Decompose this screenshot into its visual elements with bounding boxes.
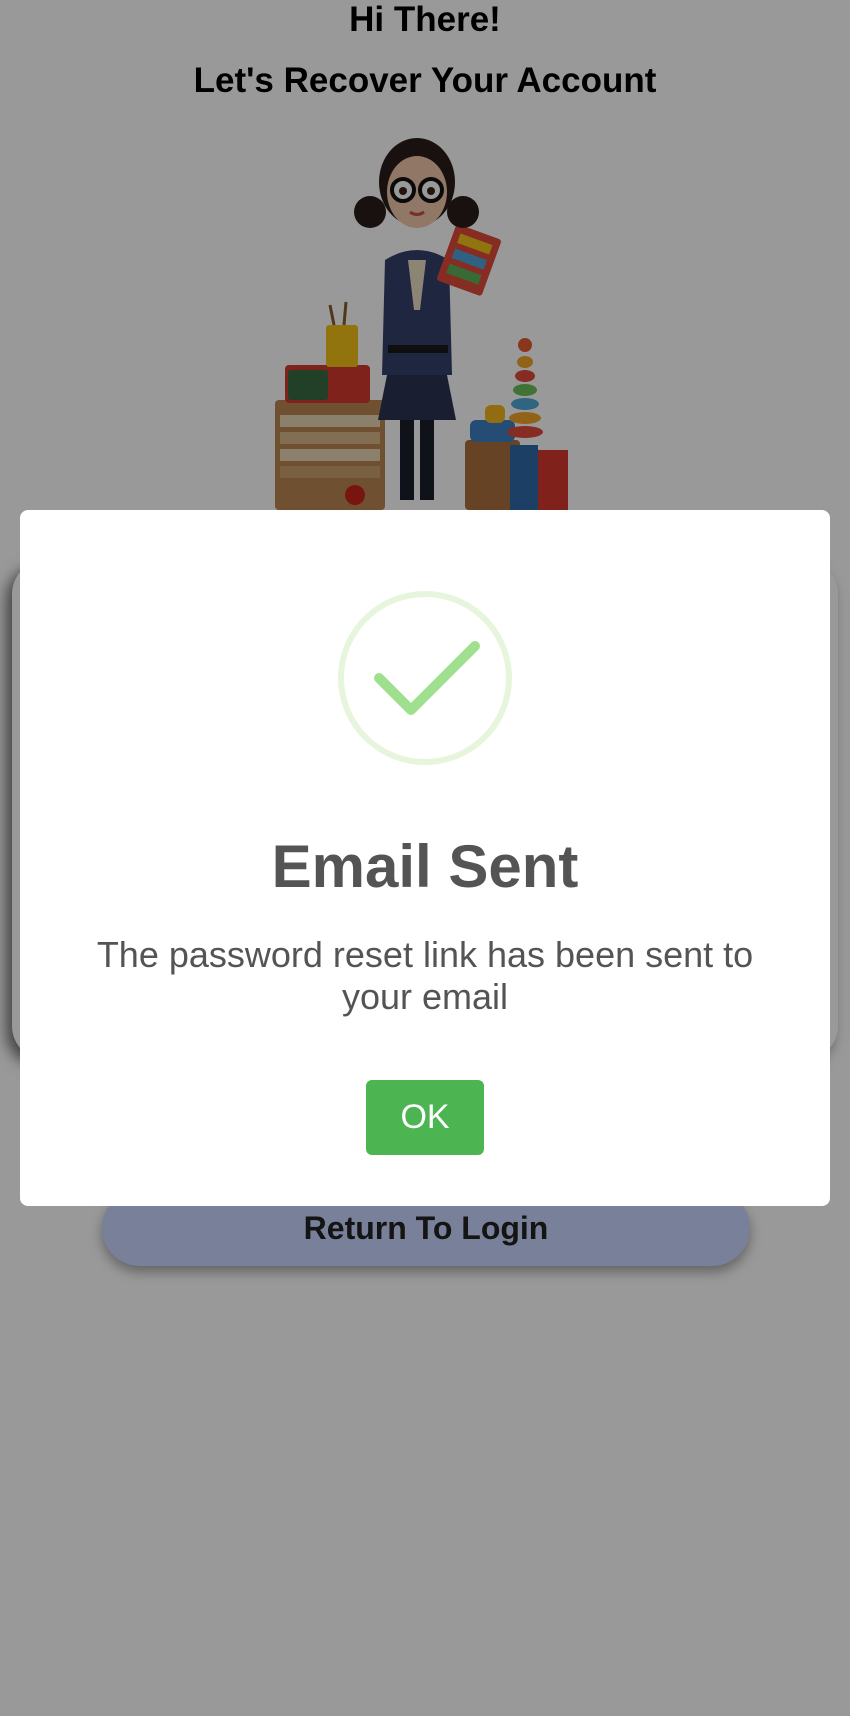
ok-button[interactable]: OK	[366, 1080, 484, 1155]
success-check-icon	[338, 591, 512, 765]
email-sent-dialog: Email Sent The password reset link has b…	[20, 510, 830, 1206]
dialog-title: Email Sent	[271, 833, 579, 900]
dialog-message: The password reset link has been sent to…	[96, 934, 754, 1017]
